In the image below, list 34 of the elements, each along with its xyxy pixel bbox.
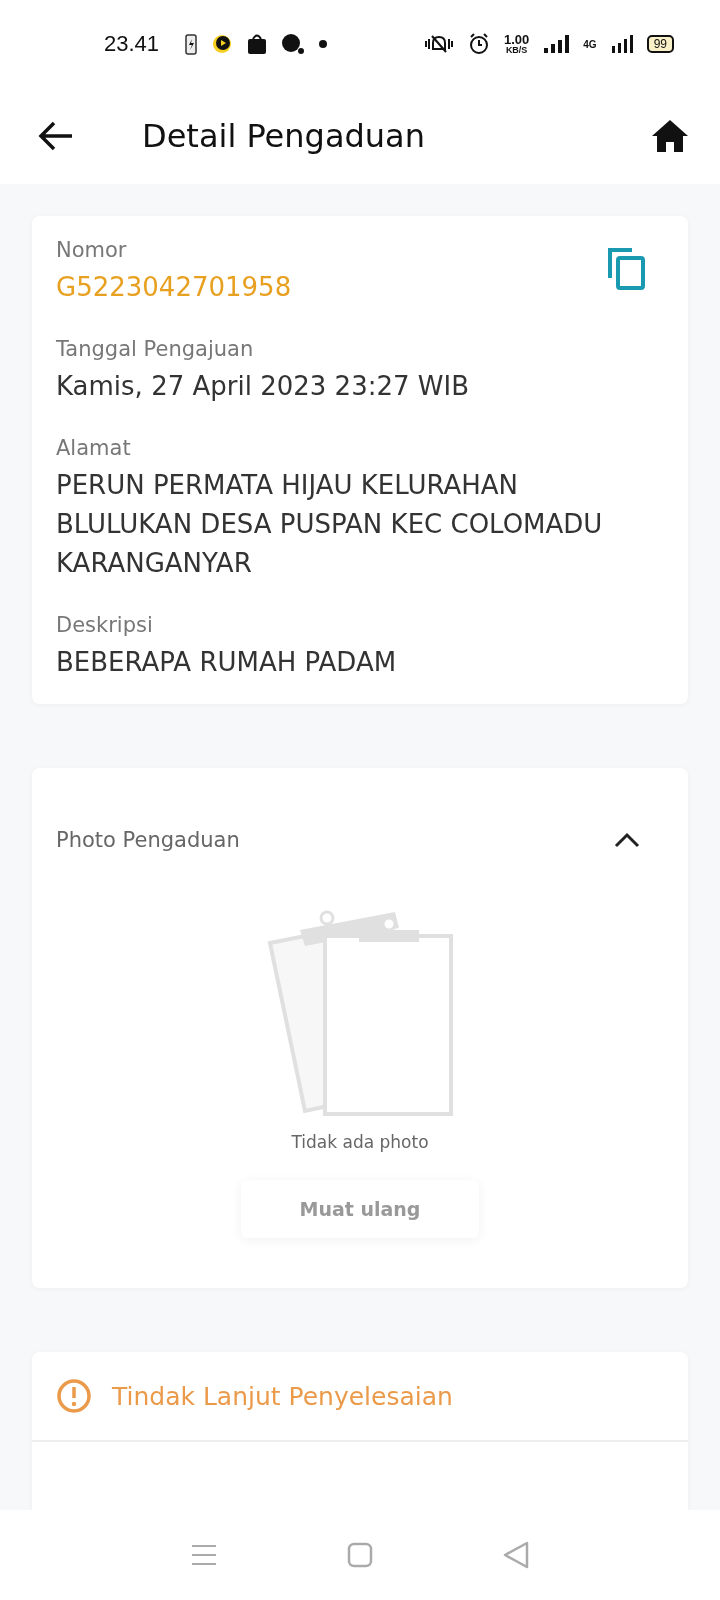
field-value: Kamis, 27 April 2023 23:27 WIB bbox=[56, 370, 470, 403]
field-value: BEBERAPA RUMAH PADAM bbox=[56, 646, 397, 679]
network-type: 4G bbox=[583, 38, 597, 50]
home-nav-button[interactable] bbox=[347, 1542, 373, 1568]
section-title: Photo Pengaduan bbox=[56, 828, 240, 852]
empty-message: Tidak ada photo bbox=[291, 1132, 429, 1152]
alarm-icon bbox=[468, 33, 490, 55]
copy-icon[interactable] bbox=[606, 246, 646, 290]
field-label: Deskripsi bbox=[56, 613, 153, 637]
page-title: Detail Pengaduan bbox=[142, 117, 426, 155]
field-label: Nomor bbox=[56, 238, 127, 262]
battery-level: 99 bbox=[646, 35, 674, 53]
field-label: Tanggal Pengajuan bbox=[56, 337, 254, 361]
reload-button[interactable]: Muat ulang bbox=[241, 1180, 479, 1238]
alert-icon bbox=[56, 1378, 92, 1414]
collapse-button[interactable] bbox=[614, 832, 640, 848]
muted-bell-icon bbox=[424, 34, 454, 54]
section-title: Tindak Lanjut Penyelesaian bbox=[112, 1381, 453, 1411]
speed-unit: KB/S bbox=[505, 46, 528, 55]
home-button[interactable] bbox=[650, 118, 690, 154]
signal-icon bbox=[610, 34, 633, 54]
field-value: PERUN PERMATA HIJAU KELURAHAN BLULUKAN DESA PUSPAN KEC COLOMADU KARANGANYAR bbox=[56, 469, 604, 580]
network-speed: 1.00 bbox=[504, 33, 530, 46]
signal-icon bbox=[543, 34, 570, 54]
menu-button[interactable] bbox=[191, 1544, 217, 1566]
field-label: Alamat bbox=[56, 436, 131, 460]
dot-icon bbox=[319, 40, 328, 48]
status-time: 23.41 bbox=[104, 31, 160, 57]
app-notification-icon bbox=[211, 34, 234, 54]
shopping-bag-icon bbox=[247, 33, 268, 55]
battery-charging-icon bbox=[185, 33, 198, 55]
back-nav-button[interactable] bbox=[503, 1541, 529, 1569]
back-button[interactable] bbox=[38, 120, 74, 152]
complaint-number: G5223042701958 bbox=[56, 271, 292, 304]
